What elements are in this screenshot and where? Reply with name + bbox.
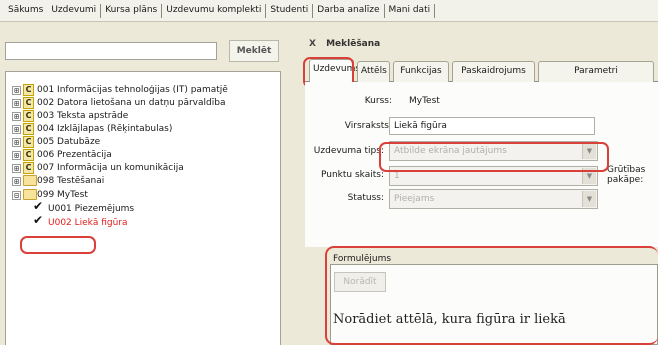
statuss-label: Statuss: — [347, 193, 384, 203]
tree-item-label: 001 Informācijas tehnoloģijas (IT) pamat… — [37, 85, 228, 95]
tab-attels[interactable]: Attēls — [357, 61, 390, 82]
menu-item-sakums[interactable]: Sākums — [4, 3, 47, 18]
tabs-bar: Uzdevums Attēls Funkcijas Paskaidrojums … — [305, 56, 658, 83]
course-c-icon: C — [23, 123, 34, 135]
menu-item-mani-dati[interactable]: Mani dati — [385, 3, 435, 18]
tree-child-label: U001 Piezemējums — [48, 204, 135, 214]
kurss-value: MyTest — [409, 96, 440, 106]
skaits-select-value: 1 — [394, 171, 400, 181]
expand-icon[interactable]: ⊞ — [12, 138, 21, 147]
kurss-label: Kurss: — [364, 96, 392, 106]
tab-paskaidrojums[interactable]: Paskaidrojums — [452, 61, 535, 82]
tips-label: Uzdevuma tips: — [313, 146, 384, 156]
course-c-icon: C — [23, 84, 34, 96]
menu-item-kursa-plans[interactable]: Kursa plāns — [101, 3, 161, 18]
expand-icon[interactable]: ⊞ — [12, 125, 21, 134]
noradit-button[interactable]: Norādīt — [334, 272, 386, 292]
tree-item-label: 005 Datubāze — [37, 137, 101, 147]
course-tree: ⊞ C 001 Informācijas tehnoloģijas (IT) p… — [5, 71, 281, 345]
expand-icon[interactable]: ⊞ — [12, 151, 21, 160]
menu-item-darba-analize[interactable]: Darba analīze — [313, 3, 383, 18]
task-form: Kurss: MyTest Virsraksts: Liekā figūra U… — [305, 82, 658, 247]
expand-icon[interactable]: ⊞ — [12, 99, 21, 108]
expand-icon[interactable]: ⊞ — [12, 164, 21, 173]
tree-item-label: 002 Datora lietošana un datņu pārvaldība — [37, 98, 226, 108]
tips-select[interactable]: Atbilde ekrāna jautājums ▼ — [389, 141, 598, 161]
grutibas-label: Grūtības — [607, 165, 646, 175]
course-c-icon: C — [23, 97, 34, 109]
virsraksts-field[interactable]: Liekā figūra — [389, 117, 595, 135]
panel-title-text: Meklēšana — [326, 39, 381, 49]
dropdown-arrow-icon: ▼ — [582, 143, 596, 159]
checkmark-icon: ✔ — [33, 213, 44, 227]
expand-icon[interactable]: ⊞ — [12, 177, 21, 186]
tree-item-label: 099 MyTest — [37, 190, 88, 200]
course-c-icon: C — [23, 162, 34, 174]
panel-title: X Meklēšana — [309, 36, 658, 53]
expand-icon[interactable]: ⊞ — [12, 112, 21, 121]
tree-item-label: 003 Teksta apstrāde — [37, 111, 129, 121]
virsraksts-label: Virsraksts: — [344, 121, 392, 131]
search-row: Meklēt — [5, 38, 279, 63]
expand-icon[interactable]: ⊞ — [12, 86, 21, 95]
tab-uzdevums[interactable]: Uzdevums — [309, 59, 360, 83]
formulation-text[interactable]: Norādiet attēlā, kura figūra ir liekā — [333, 312, 566, 327]
menu-item-uzdevumi[interactable]: Uzdevumi — [47, 3, 100, 18]
tab-funkcijas[interactable]: Funkcijas — [393, 61, 449, 82]
tree-item-label: 007 Informācija un komunikācija — [37, 163, 184, 173]
tree-child-label: U002 Liekā figūra — [48, 218, 128, 228]
pakape-label: pakāpe: — [607, 175, 644, 185]
close-icon[interactable]: X — [309, 39, 316, 49]
tips-select-value: Atbilde ekrāna jautājums — [394, 146, 507, 156]
search-button[interactable]: Meklēt — [229, 40, 279, 62]
tree-item-label: 004 Izklājlapas (Rēķintabulas) — [37, 124, 173, 134]
course-c-icon: C — [23, 136, 34, 148]
menu-item-uzdevumu-komplekti[interactable]: Uzdevumu komplekti — [162, 3, 265, 18]
dropdown-arrow-icon: ▼ — [582, 191, 596, 207]
main-menu-bar: Sākums Uzdevumi Kursa plāns Uzdevumu kom… — [0, 0, 658, 22]
tree-item-label: 006 Prezentācija — [37, 150, 112, 160]
skaits-label: Punktu skaits: — [321, 170, 384, 180]
course-c-icon: C — [23, 149, 34, 161]
statuss-select[interactable]: Pieejams ▼ — [389, 189, 598, 209]
menu-item-studenti[interactable]: Studenti — [266, 3, 312, 18]
search-input[interactable] — [5, 42, 217, 60]
dropdown-arrow-icon: ▼ — [582, 168, 596, 184]
skaits-select[interactable]: 1 ▼ — [389, 166, 598, 186]
checkmark-icon: ✔ — [33, 199, 44, 213]
course-c-icon: C — [23, 110, 34, 122]
tab-parametri[interactable]: Parametri — [538, 61, 654, 82]
statuss-select-value: Pieejams — [394, 194, 435, 204]
tree-item-label: 098 Testēšanai — [37, 176, 105, 186]
menu-separator — [434, 3, 436, 18]
collapse-icon[interactable]: ⊟ — [12, 191, 21, 200]
folder-icon — [23, 175, 37, 186]
